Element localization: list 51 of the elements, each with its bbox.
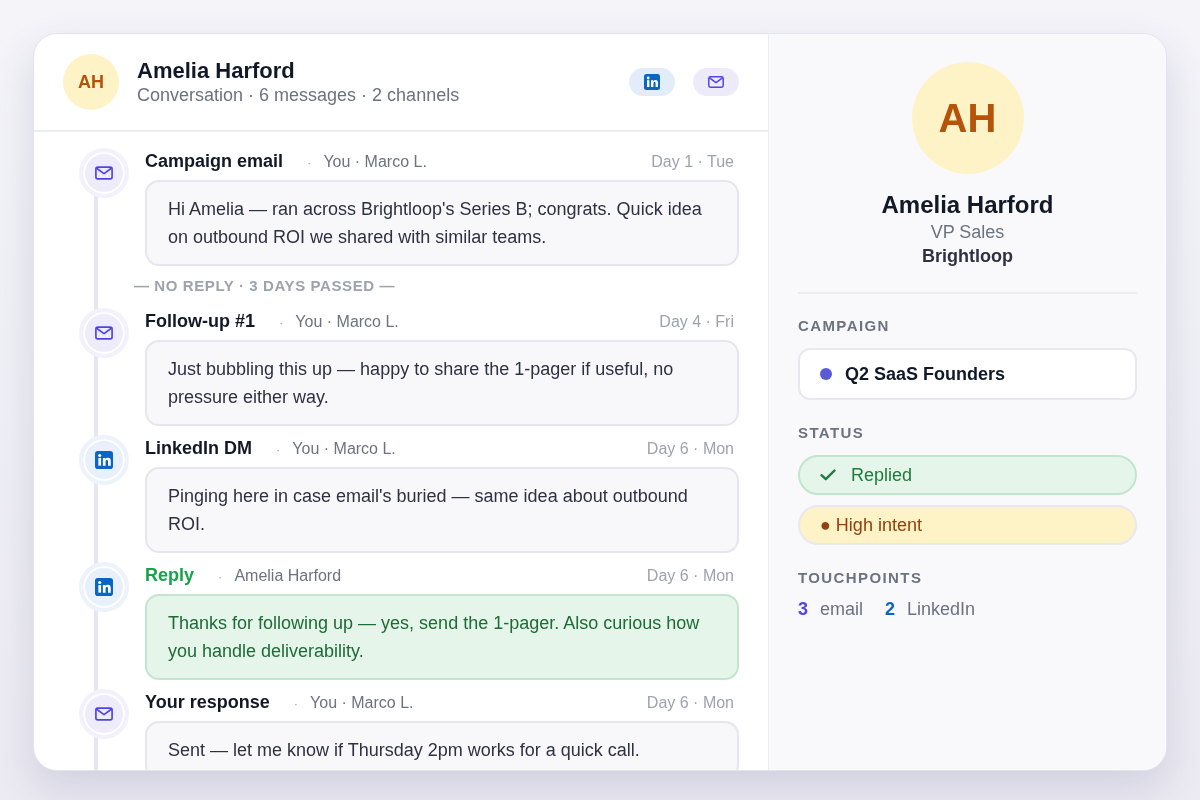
campaign-name: Q2 SaaS Founders xyxy=(845,363,1006,385)
profile-company: Brightloop xyxy=(922,245,1013,268)
linkedin-icon xyxy=(79,435,129,485)
status-text: Replied xyxy=(851,464,913,486)
separator-dot: · xyxy=(276,441,281,459)
contact-name: Amelia Harford xyxy=(137,58,296,84)
separator-dot: · xyxy=(293,695,299,713)
avatar: AH xyxy=(63,54,119,110)
touchpoint-label: LinkedIn xyxy=(907,599,976,620)
mail-icon xyxy=(79,148,129,198)
linkedin-icon xyxy=(629,68,675,96)
profile-name: Amelia Harford xyxy=(881,190,1054,220)
message-bubble: Hi Amelia — ran across Brightloop's Series B; congrats. Quick idea on outbound ROI we shared with similar teams. xyxy=(145,180,739,266)
section-label: STATUS xyxy=(798,423,865,443)
message-title: LinkedIn DM xyxy=(145,437,252,460)
message-sender: Amelia Harford xyxy=(234,566,342,586)
check-icon xyxy=(820,469,836,481)
touchpoint-count: 2 xyxy=(885,599,896,620)
mail-icon xyxy=(693,68,739,96)
linkedin-icon xyxy=(79,562,129,612)
message-bubble: Just bubbling this up — happy to share the 1-pager if useful, no pressure either way. xyxy=(145,340,739,426)
message-sender: You · Marco L. xyxy=(323,152,427,172)
section-label: TOUCHPOINTS xyxy=(798,568,923,588)
message-title: Campaign email xyxy=(145,150,284,173)
touchpoint-label: email xyxy=(820,599,864,620)
message-title: Follow-up #1 xyxy=(145,310,255,333)
separator-dot: · xyxy=(218,568,223,586)
message-sender: You · Marco L. xyxy=(310,693,414,713)
separator-dot: · xyxy=(279,314,284,332)
message-title: Your response xyxy=(145,691,270,714)
message-title: Reply xyxy=(145,564,195,587)
message-bubble: Pinging here in case email's buried — same idea about outbound ROI. xyxy=(145,467,739,553)
message-date: Day 1 · Tue xyxy=(651,152,734,172)
message-bubble: Sent — let me know if Thursday 2pm works for a quick call. xyxy=(145,721,739,770)
separator-dot: · xyxy=(307,154,312,172)
mail-icon xyxy=(79,308,129,358)
profile-role: VP Sales xyxy=(930,221,1005,244)
message-sender: You · Marco L. xyxy=(295,312,399,332)
touchpoint-count: 3 xyxy=(798,599,808,620)
avatar: AH xyxy=(911,62,1024,174)
message-date: Day 6 · Mon xyxy=(646,566,734,586)
gap-note: — NO REPLY · 3 DAYS PASSED — xyxy=(134,277,397,295)
message-date: Day 6 · Mon xyxy=(646,693,734,713)
message-date: Day 6 · Mon xyxy=(646,439,734,459)
message-sender: You · Marco L. xyxy=(292,439,396,459)
conversation-summary: Conversation · 6 messages · 2 channels xyxy=(137,84,460,106)
mail-icon xyxy=(79,689,129,739)
message-date: Day 4 · Fri xyxy=(659,312,734,332)
intent-status-pill: ● High intent xyxy=(798,505,1137,545)
message-bubble: Thanks for following up — yes, send the 1-pager. Also curious how you handle deliverability. xyxy=(145,594,739,680)
section-label: CAMPAIGN xyxy=(798,316,890,336)
